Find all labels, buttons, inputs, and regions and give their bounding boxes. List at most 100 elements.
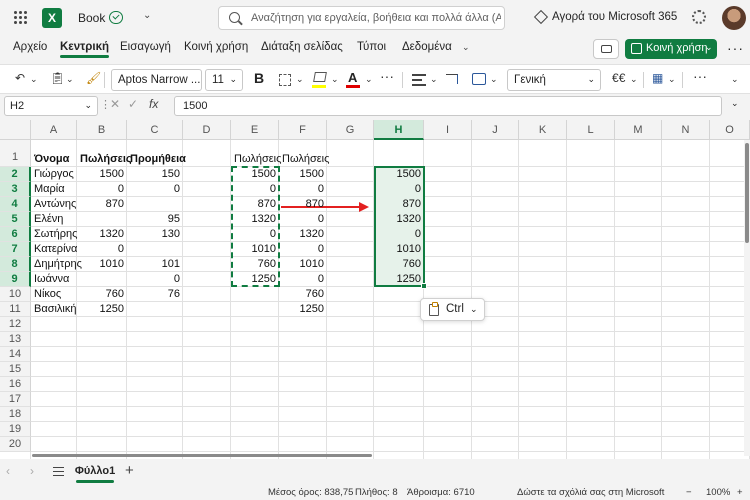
table-cell[interactable]: 0 — [279, 182, 327, 197]
column-header-c[interactable]: C — [127, 120, 183, 140]
table-cell[interactable]: Κατερίνα — [31, 242, 77, 257]
table-cell[interactable]: 0 — [77, 182, 127, 197]
table-cell[interactable] — [127, 242, 183, 257]
column-header-l[interactable]: L — [567, 120, 615, 140]
row-header-12[interactable]: 12 — [0, 317, 31, 332]
format-painter-icon[interactable]: 🖌︎ — [86, 71, 101, 85]
table-cell[interactable]: 1010 — [374, 242, 424, 257]
sheet-tab-active[interactable]: Φύλλο1 — [74, 461, 116, 483]
table-cell[interactable]: 1320 — [231, 212, 279, 227]
table-cell[interactable]: Γιώργος — [31, 167, 77, 182]
table-cell[interactable]: 1250 — [77, 302, 127, 317]
table-cell[interactable]: 130 — [127, 227, 183, 242]
row-header-2[interactable]: 2 — [0, 167, 31, 182]
chevron-down-icon[interactable]: ⌄ — [331, 74, 339, 85]
table-cell[interactable]: Ελένη — [31, 212, 77, 227]
column-header-a[interactable]: A — [31, 120, 77, 140]
merge-cells-icon[interactable] — [472, 73, 486, 85]
status-sum[interactable]: Άθροισμα: 6710 — [407, 487, 475, 498]
table-cell[interactable]: 760 — [279, 287, 327, 302]
cell-e1[interactable]: Πωλήσεις — [231, 152, 281, 167]
cell-f1[interactable]: Πωλήσεις — [279, 152, 329, 167]
table-cell[interactable]: 870 — [279, 197, 327, 212]
column-header-j[interactable]: J — [472, 120, 519, 140]
undo-icon[interactable]: ↶ — [15, 71, 25, 85]
chevron-right-icon[interactable]: › — [30, 464, 34, 478]
tab-file[interactable]: Αρχείο — [13, 41, 47, 53]
row-header-4[interactable]: 4 — [0, 197, 31, 212]
row-header-11[interactable]: 11 — [0, 302, 31, 317]
zoom-out-icon[interactable]: − — [686, 487, 692, 498]
table-cell[interactable] — [77, 212, 127, 227]
column-header-m[interactable]: M — [615, 120, 662, 140]
spreadsheet-grid[interactable]: A B C D E F G H I J K L M N O 1 2 3 4 5 6 7 8 9 10 11 12 13 14 15 16 17… — [0, 120, 750, 459]
table-cell[interactable]: 1250 — [279, 302, 327, 317]
chevron-down-icon[interactable]: ⌄ — [30, 74, 38, 85]
tab-data[interactable]: Δεδομένα — [402, 41, 452, 53]
table-cell[interactable] — [127, 197, 183, 212]
formula-input[interactable]: 1500 — [174, 96, 722, 116]
gear-icon[interactable] — [692, 10, 706, 24]
table-cell[interactable]: 150 — [127, 167, 183, 182]
select-all-corner[interactable] — [0, 120, 31, 140]
align-icon[interactable] — [412, 74, 426, 86]
font-name-select[interactable]: Aptos Narrow ... — [111, 69, 202, 91]
font-color-icon[interactable]: A — [348, 70, 357, 85]
table-cell[interactable]: 0 — [127, 272, 183, 287]
column-header-g[interactable]: G — [327, 120, 374, 140]
chevron-down-icon[interactable]: ⌄ — [630, 74, 638, 85]
row-header-17[interactable]: 17 — [0, 392, 31, 407]
table-cell[interactable]: 0 — [231, 182, 279, 197]
table-cell[interactable] — [127, 302, 183, 317]
table-cell[interactable]: Μαρία — [31, 182, 77, 197]
table-cell[interactable]: 0 — [279, 212, 327, 227]
row-header-18[interactable]: 18 — [0, 407, 31, 422]
column-header-o[interactable]: O — [710, 120, 750, 140]
table-cell[interactable]: 1250 — [231, 272, 279, 287]
table-cell[interactable]: 1500 — [279, 167, 327, 182]
table-cell[interactable]: 1500 — [231, 167, 279, 182]
column-header-k[interactable]: K — [519, 120, 567, 140]
table-cell[interactable]: Βασιλική — [31, 302, 77, 317]
table-cell[interactable]: 1010 — [231, 242, 279, 257]
column-header-e[interactable]: E — [231, 120, 279, 140]
table-cell[interactable]: Σωτήρης — [31, 227, 77, 242]
table-cell[interactable]: 760 — [374, 257, 424, 272]
table-cell[interactable]: 0 — [279, 272, 327, 287]
table-cell[interactable]: 0 — [127, 182, 183, 197]
table-cell[interactable] — [77, 272, 127, 287]
chevron-down-icon[interactable]: ⌄ — [430, 74, 438, 85]
paste-options-button[interactable]: Ctrl ⌄ — [420, 298, 485, 321]
row-header-13[interactable]: 13 — [0, 332, 31, 347]
buy-microsoft-365-link[interactable]: Αγορά του Microsoft 365 — [552, 11, 677, 23]
table-cell[interactable]: 760 — [77, 287, 127, 302]
row-header-15[interactable]: 15 — [0, 362, 31, 377]
table-cell[interactable]: 1010 — [279, 257, 327, 272]
row-header-3[interactable]: 3 — [0, 182, 31, 197]
more-font-options-icon[interactable]: ··· — [380, 68, 394, 84]
table-cell[interactable]: 0 — [77, 242, 127, 257]
table-cell[interactable]: 870 — [77, 197, 127, 212]
chevron-down-icon[interactable]: ⌄ — [66, 74, 74, 85]
currency-format-icon[interactable]: €€ — [612, 71, 625, 85]
table-cell[interactable]: 0 — [231, 227, 279, 242]
chevron-down-icon[interactable]: ⌄ — [731, 98, 739, 109]
table-cell[interactable]: 870 — [374, 197, 424, 212]
tab-insert[interactable]: Εισαγωγή — [120, 41, 171, 53]
number-format-select[interactable]: Γενική ⌄ — [507, 69, 601, 91]
workbook-name[interactable]: Book — [78, 11, 105, 25]
table-cell[interactable]: 760 — [231, 257, 279, 272]
bold-button[interactable]: B — [254, 70, 264, 86]
column-header-f[interactable]: F — [279, 120, 327, 140]
zoom-level[interactable]: 100% — [706, 487, 730, 498]
more-options-icon[interactable]: ··· — [727, 40, 744, 56]
column-header-d[interactable]: D — [183, 120, 231, 140]
check-icon[interactable]: ✓ — [128, 97, 138, 111]
avatar[interactable] — [722, 6, 746, 30]
row-header-10[interactable]: 10 — [0, 287, 31, 302]
insert-function-button[interactable]: fx — [149, 97, 158, 111]
app-launcher-icon[interactable] — [14, 11, 28, 25]
row-header-7[interactable]: 7 — [0, 242, 31, 257]
vertical-scrollbar-thumb[interactable] — [745, 143, 749, 243]
row-header-5[interactable]: 5 — [0, 212, 31, 227]
